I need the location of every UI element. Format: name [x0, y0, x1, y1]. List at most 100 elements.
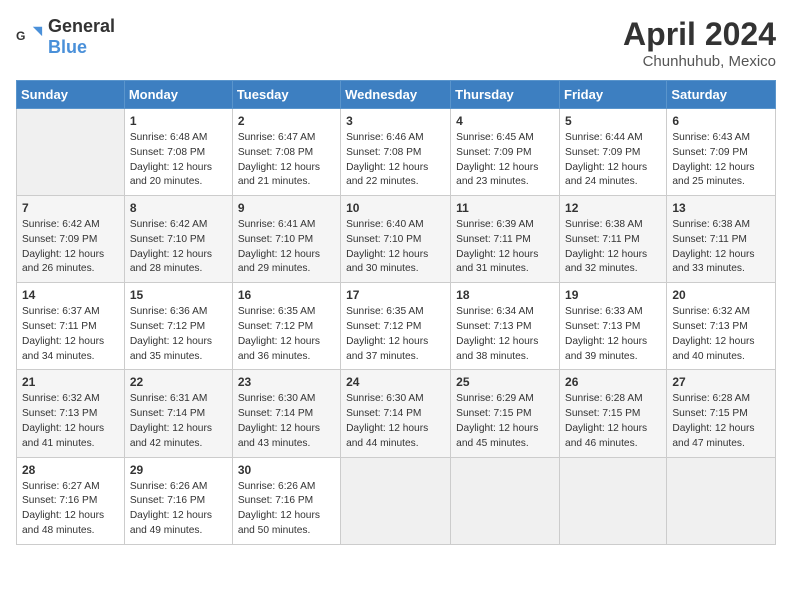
day-info: Sunrise: 6:26 AMSunset: 7:16 PMDaylight:… [238, 480, 335, 539]
day-number: 6 [672, 114, 770, 128]
day-cell [451, 457, 560, 544]
day-info: Sunrise: 6:43 AMSunset: 7:09 PMDaylight:… [672, 131, 770, 190]
day-cell: 11 Sunrise: 6:39 AMSunset: 7:11 PMDayligh… [451, 196, 560, 283]
day-info: Sunrise: 6:38 AMSunset: 7:11 PMDaylight:… [672, 218, 770, 277]
day-cell: 9 Sunrise: 6:41 AMSunset: 7:10 PMDaylight… [232, 196, 340, 283]
day-cell: 21 Sunrise: 6:32 AMSunset: 7:13 PMDayligh… [17, 370, 125, 457]
logo-blue: Blue [48, 37, 87, 57]
day-number: 26 [565, 375, 661, 389]
day-cell: 15 Sunrise: 6:36 AMSunset: 7:12 PMDayligh… [124, 283, 232, 370]
day-cell: 2Sunrise: 6:47 AMSunset: 7:08 PMDaylight… [232, 109, 340, 196]
month-year-title: April 2024 [623, 16, 776, 53]
day-number: 7 [22, 201, 119, 215]
day-cell: 3 Sunrise: 6:46 AMSunset: 7:08 PMDaylight… [341, 109, 451, 196]
week-row-2: 7 Sunrise: 6:42 AMSunset: 7:09 PMDaylight… [17, 196, 776, 283]
day-info: Sunrise: 6:42 AMSunset: 7:09 PMDaylight:… [22, 218, 119, 277]
calendar-body: 1 Sunrise: 6:48 AMSunset: 7:08 PMDaylight… [17, 109, 776, 545]
day-number: 12 [565, 201, 661, 215]
day-number: 8 [130, 201, 227, 215]
day-cell: 28 Sunrise: 6:27 AMSunset: 7:16 PMDayligh… [17, 457, 125, 544]
header-cell-monday: Monday [124, 81, 232, 109]
day-info: Sunrise: 6:35 AMSunset: 7:12 PMDaylight:… [238, 305, 335, 364]
day-number: 29 [130, 463, 227, 477]
header-cell-friday: Friday [560, 81, 667, 109]
day-number: 25 [456, 375, 554, 389]
logo-icon: G [16, 23, 44, 51]
day-info: Sunrise: 6:46 AMSunset: 7:08 PMDaylight:… [346, 131, 445, 190]
week-row-3: 14Sunrise: 6:37 AMSunset: 7:11 PMDayligh… [17, 283, 776, 370]
day-info: Sunrise: 6:27 AMSunset: 7:16 PMDaylight:… [22, 480, 119, 539]
day-cell: 27 Sunrise: 6:28 AMSunset: 7:15 PMDayligh… [667, 370, 776, 457]
day-cell: 7 Sunrise: 6:42 AMSunset: 7:09 PMDaylight… [17, 196, 125, 283]
day-number: 23 [238, 375, 335, 389]
day-number: 4 [456, 114, 554, 128]
day-number: 22 [130, 375, 227, 389]
day-cell: 17Sunrise: 6:35 AMSunset: 7:12 PMDayligh… [341, 283, 451, 370]
day-info: Sunrise: 6:44 AMSunset: 7:09 PMDaylight:… [565, 131, 661, 190]
day-info: Sunrise: 6:48 AMSunset: 7:08 PMDaylight:… [130, 131, 227, 190]
day-number: 11 [456, 201, 554, 215]
week-row-4: 21 Sunrise: 6:32 AMSunset: 7:13 PMDayligh… [17, 370, 776, 457]
logo-general: General [48, 16, 115, 36]
day-cell: 4Sunrise: 6:45 AMSunset: 7:09 PMDaylight… [451, 109, 560, 196]
day-cell [17, 109, 125, 196]
header-cell-thursday: Thursday [451, 81, 560, 109]
day-info: Sunrise: 6:28 AMSunset: 7:15 PMDaylight:… [672, 392, 770, 451]
day-number: 30 [238, 463, 335, 477]
day-number: 13 [672, 201, 770, 215]
day-number: 20 [672, 288, 770, 302]
day-number: 21 [22, 375, 119, 389]
day-number: 28 [22, 463, 119, 477]
day-cell [667, 457, 776, 544]
day-info: Sunrise: 6:35 AMSunset: 7:12 PMDaylight:… [346, 305, 445, 364]
day-number: 14 [22, 288, 119, 302]
day-cell [341, 457, 451, 544]
day-number: 1 [130, 114, 227, 128]
day-number: 27 [672, 375, 770, 389]
day-info: Sunrise: 6:42 AMSunset: 7:10 PMDaylight:… [130, 218, 227, 277]
location-subtitle: Chunhuhub, Mexico [623, 53, 776, 70]
day-cell: 12Sunrise: 6:38 AMSunset: 7:11 PMDayligh… [560, 196, 667, 283]
svg-text:G: G [16, 29, 25, 43]
day-number: 3 [346, 114, 445, 128]
day-number: 18 [456, 288, 554, 302]
day-number: 9 [238, 201, 335, 215]
day-info: Sunrise: 6:32 AMSunset: 7:13 PMDaylight:… [22, 392, 119, 451]
day-cell: 6 Sunrise: 6:43 AMSunset: 7:09 PMDaylight… [667, 109, 776, 196]
day-cell: 30 Sunrise: 6:26 AMSunset: 7:16 PMDayligh… [232, 457, 340, 544]
day-info: Sunrise: 6:39 AMSunset: 7:11 PMDaylight:… [456, 218, 554, 277]
day-info: Sunrise: 6:32 AMSunset: 7:13 PMDaylight:… [672, 305, 770, 364]
header-cell-sunday: Sunday [17, 81, 125, 109]
day-cell: 22 Sunrise: 6:31 AMSunset: 7:14 PMDayligh… [124, 370, 232, 457]
day-number: 15 [130, 288, 227, 302]
header-row: SundayMondayTuesdayWednesdayThursdayFrid… [17, 81, 776, 109]
logo: G General Blue [16, 16, 115, 58]
day-info: Sunrise: 6:26 AMSunset: 7:16 PMDaylight:… [130, 480, 227, 539]
day-info: Sunrise: 6:29 AMSunset: 7:15 PMDaylight:… [456, 392, 554, 451]
day-cell: 25 Sunrise: 6:29 AMSunset: 7:15 PMDayligh… [451, 370, 560, 457]
day-info: Sunrise: 6:41 AMSunset: 7:10 PMDaylight:… [238, 218, 335, 277]
title-section: April 2024 Chunhuhub, Mexico [623, 16, 776, 70]
day-info: Sunrise: 6:30 AMSunset: 7:14 PMDaylight:… [346, 392, 445, 451]
day-number: 19 [565, 288, 661, 302]
day-cell: 16Sunrise: 6:35 AMSunset: 7:12 PMDayligh… [232, 283, 340, 370]
day-cell: 23 Sunrise: 6:30 AMSunset: 7:14 PMDayligh… [232, 370, 340, 457]
day-number: 2 [238, 114, 335, 128]
page-header: G General Blue April 2024 Chunhuhub, Mex… [16, 16, 776, 70]
day-cell: 29 Sunrise: 6:26 AMSunset: 7:16 PMDayligh… [124, 457, 232, 544]
day-info: Sunrise: 6:33 AMSunset: 7:13 PMDaylight:… [565, 305, 661, 364]
day-number: 24 [346, 375, 445, 389]
day-cell [560, 457, 667, 544]
day-cell: 20 Sunrise: 6:32 AMSunset: 7:13 PMDayligh… [667, 283, 776, 370]
day-info: Sunrise: 6:36 AMSunset: 7:12 PMDaylight:… [130, 305, 227, 364]
day-cell: 1 Sunrise: 6:48 AMSunset: 7:08 PMDaylight… [124, 109, 232, 196]
header-cell-tuesday: Tuesday [232, 81, 340, 109]
day-info: Sunrise: 6:30 AMSunset: 7:14 PMDaylight:… [238, 392, 335, 451]
day-info: Sunrise: 6:31 AMSunset: 7:14 PMDaylight:… [130, 392, 227, 451]
calendar-header: SundayMondayTuesdayWednesdayThursdayFrid… [17, 81, 776, 109]
day-cell: 13 Sunrise: 6:38 AMSunset: 7:11 PMDayligh… [667, 196, 776, 283]
day-number: 10 [346, 201, 445, 215]
day-cell: 8 Sunrise: 6:42 AMSunset: 7:10 PMDaylight… [124, 196, 232, 283]
day-info: Sunrise: 6:28 AMSunset: 7:15 PMDaylight:… [565, 392, 661, 451]
day-cell: 14Sunrise: 6:37 AMSunset: 7:11 PMDayligh… [17, 283, 125, 370]
